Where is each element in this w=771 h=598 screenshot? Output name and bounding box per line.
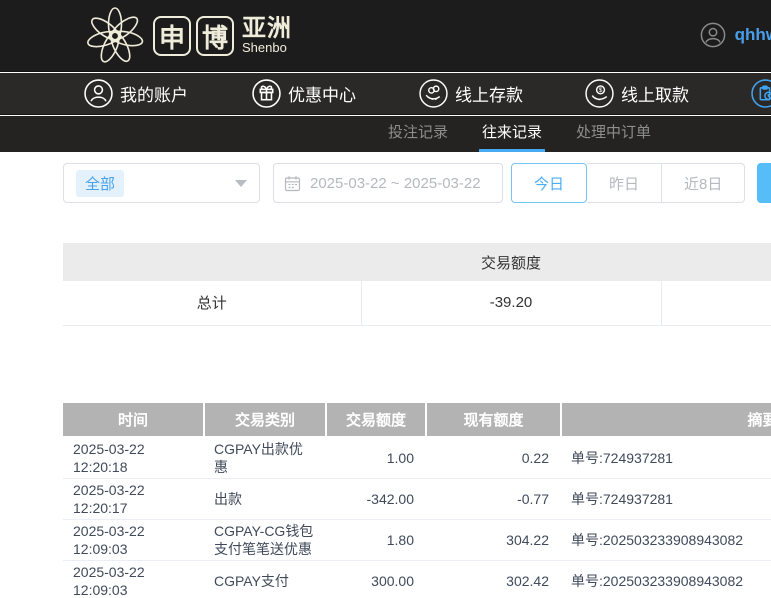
summary-total-value: -39.20 (361, 281, 662, 326)
cell-time: 2025-03-22 12:09:03 (63, 519, 204, 561)
brand-logo[interactable]: 申 博 亚洲 Shenbo (85, 6, 292, 66)
user-icon (84, 79, 113, 108)
calendar-icon (284, 175, 301, 191)
nav-item-online-deposit[interactable]: 线上存款 (419, 79, 523, 108)
cell-summary: 单号:724937281 (561, 437, 771, 479)
cell-amount: -342.00 (326, 478, 426, 520)
summary-header-row: 交易额度 (63, 243, 771, 281)
records-header-row: 时间 交易类别 交易额度 现有额度 摘要 (63, 403, 771, 438)
logo-char-shen: 申 (153, 16, 191, 56)
table-row: 2025-03-22 12:20:17 出款 -342.00 -0.77 单号:… (63, 478, 771, 520)
transaction-records-page: 申 博 亚洲 Shenbo qhhw 我的账户 优惠中心 (0, 0, 771, 598)
deposit-coins-icon (419, 79, 448, 108)
table-row: 2025-03-22 12:20:18 CGPAY出款优惠 1.00 0.22 … (63, 437, 771, 479)
logo-subtext: Shenbo (242, 40, 287, 55)
type-select-value: 全部 (76, 169, 125, 197)
nav-label: 我的账户 (120, 86, 188, 105)
date-range-input[interactable]: 2025-03-22 ~ 2025-03-22 (273, 163, 503, 203)
col-type: 交易类别 (204, 403, 327, 438)
user-avatar-icon (700, 22, 725, 48)
cell-summary: 单号:202503233908943082 (561, 519, 771, 561)
col-summary: 摘要 (561, 403, 771, 438)
summary-table: 交易额度 总计 -39.20 (63, 243, 771, 326)
col-amount: 交易额度 (326, 403, 427, 438)
logo-region-text: 亚洲 (242, 15, 292, 42)
main-nav: 我的账户 优惠中心 线上存款 $ 线上取款 (0, 73, 771, 115)
type-select[interactable]: 全部 (63, 163, 260, 203)
table-row: 2025-03-22 12:09:03 CGPAY-CG钱包支付笔笔送优惠 1.… (63, 519, 771, 561)
cell-type: CGPAY支付 (204, 560, 326, 598)
summary-total-label: 总计 (63, 281, 362, 326)
cell-summary: 单号:202503233908943082 (561, 560, 771, 598)
cell-summary: 单号:724937281 (561, 478, 771, 520)
records-clipboard-icon (751, 79, 771, 108)
chevron-down-icon (235, 179, 247, 187)
table-row: 2025-03-22 12:09:03 CGPAY支付 300.00 302.4… (63, 560, 771, 598)
col-time: 时间 (63, 403, 205, 438)
last-8-days-button[interactable]: 近8日 (662, 163, 746, 203)
col-balance: 现有额度 (426, 403, 562, 438)
date-range-value: 2025-03-22 ~ 2025-03-22 (310, 174, 481, 192)
nav-label: 线上存款 (455, 86, 523, 105)
withdraw-coin-icon: $ (585, 79, 614, 108)
summary-header-empty (661, 243, 771, 281)
summary-header-empty (63, 243, 361, 281)
cell-amount: 1.00 (326, 437, 426, 479)
tab-betting-records[interactable]: 投注记录 (385, 116, 451, 152)
username-text: qhhw (734, 25, 771, 44)
search-button[interactable] (757, 163, 771, 203)
flower-logo-icon (87, 7, 144, 63)
nav-item-promotions[interactable]: 优惠中心 (252, 79, 356, 108)
nav-item-online-withdrawal[interactable]: $ 线上取款 (585, 79, 689, 108)
summary-empty-cell (661, 281, 771, 326)
cell-amount: 300.00 (326, 560, 426, 598)
nav-label: 优惠中心 (288, 86, 356, 105)
cell-amount: 1.80 (326, 519, 426, 561)
quick-date-buttons: 今日 昨日 近8日 (511, 163, 746, 203)
cell-time: 2025-03-22 12:20:17 (63, 478, 204, 520)
tab-transaction-records[interactable]: 往来记录 (479, 116, 546, 152)
tab-processing-orders[interactable]: 处理中订单 (573, 116, 654, 152)
cell-balance: 304.22 (426, 519, 561, 561)
nav-label: 线上取款 (621, 86, 689, 105)
logo-char-bo: 博 (196, 16, 234, 56)
nav-item-my-account[interactable]: 我的账户 (84, 79, 188, 108)
today-button[interactable]: 今日 (511, 163, 588, 203)
user-account[interactable]: qhhw (700, 22, 771, 48)
filter-bar: 全部 2025-03-22 ~ 2025-03-22 今日 昨日 近8日 (63, 163, 771, 203)
cell-time: 2025-03-22 12:20:18 (63, 437, 204, 479)
cell-time: 2025-03-22 12:09:03 (63, 560, 204, 598)
cell-balance: 302.42 (426, 560, 561, 598)
cell-type: 出款 (204, 478, 326, 520)
records-table: 时间 交易类别 交易额度 现有额度 摘要 2025-03-22 12:20:18… (63, 403, 771, 598)
top-header: 申 博 亚洲 Shenbo qhhw (0, 0, 771, 72)
nav-item-transaction-records[interactable]: 往来记录 (751, 79, 771, 108)
summary-total-row: 总计 -39.20 (63, 281, 771, 326)
cell-balance: 0.22 (426, 437, 561, 479)
yesterday-button[interactable]: 昨日 (587, 163, 663, 203)
cell-type: CGPAY-CG钱包支付笔笔送优惠 (204, 519, 326, 561)
cell-balance: -0.77 (426, 478, 561, 520)
summary-header-amount: 交易额度 (361, 243, 661, 281)
cell-type: CGPAY出款优惠 (204, 437, 326, 479)
gift-icon (252, 79, 281, 108)
records-subnav: 投注记录 往来记录 处理中订单 (0, 116, 771, 152)
svg-text:$: $ (599, 87, 603, 94)
